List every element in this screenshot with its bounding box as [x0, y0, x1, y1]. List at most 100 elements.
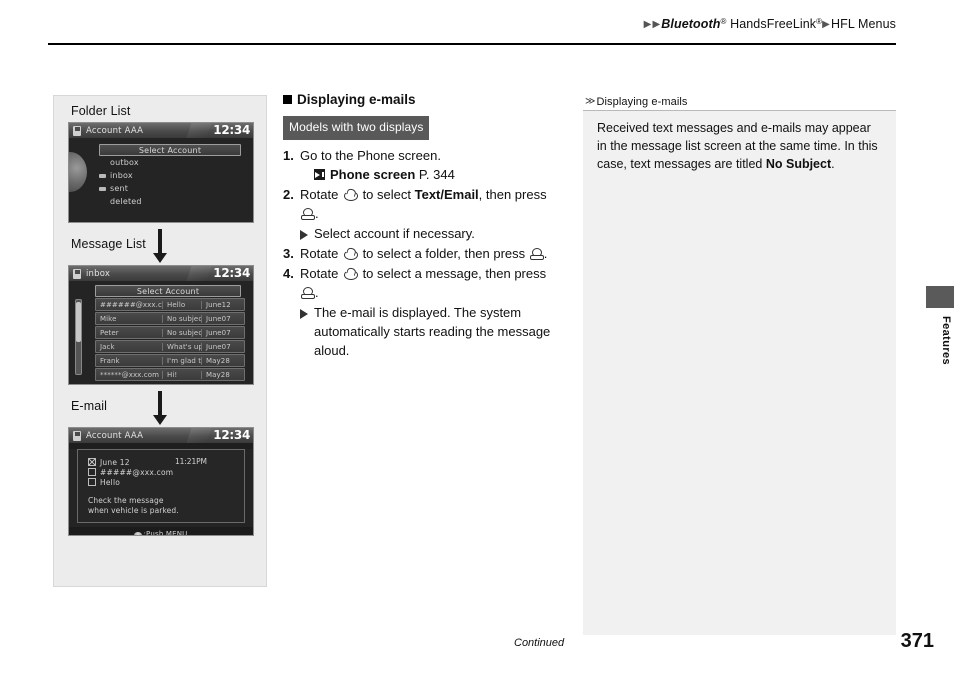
message-screen-clock: 12:34 — [213, 266, 250, 280]
email-screen-footer: :Push MENU — [69, 527, 253, 536]
navi-screen-email: Account AAA 12:34 June 12 11:21PM #####@… — [68, 427, 254, 536]
message-from: Jack — [100, 342, 115, 351]
navi-screen-message-list: inbox 12:34 Select Account ######@xxx.co… — [68, 265, 254, 385]
reference-arrow-icon — [314, 169, 325, 180]
step-3: 3. Rotate to select a folder, then press… — [283, 244, 575, 263]
note-header: ≫ Displaying e-mails — [583, 93, 896, 111]
step-1: 1. Go to the Phone screen. — [283, 146, 575, 165]
push-menu-label: :Push MENU — [143, 529, 188, 536]
arrow-down-icon — [153, 415, 167, 425]
continued-label: Continued — [514, 637, 565, 649]
email-subject: Hello — [100, 477, 121, 487]
rotary-dial-icon — [343, 268, 358, 280]
folder-row-sent[interactable]: sent — [69, 182, 253, 195]
message-screen-title: inbox — [86, 268, 111, 279]
email-body-line-2: when vehicle is parked. — [88, 506, 179, 515]
breadcrumb-arrow-icon-2: ▶ — [652, 19, 661, 30]
email-screen-body: June 12 11:21PM #####@xxx.com Hello Chec… — [69, 449, 253, 535]
phone-icon — [73, 430, 81, 441]
bullet-arrow-icon — [300, 309, 308, 319]
message-date: June07 — [201, 328, 244, 337]
folder-row-label: deleted — [110, 197, 142, 206]
header-divider — [48, 43, 896, 45]
page-title: Displaying e-mails — [283, 90, 575, 109]
bullet-arrow-icon — [300, 230, 308, 240]
folder-select-account-bar[interactable]: Select Account — [99, 144, 241, 156]
note-body-pre: Received text messages and e-mails may a… — [597, 121, 878, 171]
step-4-number: 4. — [283, 266, 294, 281]
message-date: June07 — [201, 314, 244, 323]
note-title: Displaying e-mails — [596, 95, 688, 108]
message-from: ######@xxx.com — [100, 300, 162, 309]
side-tab-label: Features — [940, 316, 952, 366]
folder-badge-icon — [99, 200, 106, 204]
breadcrumb-arrow-icon-3: ▶ — [822, 19, 830, 30]
email-screen-titlebar: Account AAA 12:34 — [69, 428, 253, 443]
breadcrumb-registered-mark-1: ® — [720, 17, 727, 26]
step-4-mid: to select a message, then press — [362, 266, 547, 281]
email-address-line: #####@xxx.com — [88, 467, 244, 477]
folder-row-inbox[interactable]: inbox — [69, 169, 253, 182]
envelope-icon — [88, 458, 96, 466]
folder-screen-body: Select Account outbox inbox sent deleted — [69, 138, 253, 222]
table-row[interactable]: Peter No subject June07 — [95, 326, 245, 339]
step-4: 4. Rotate to select a message, then pres… — [283, 264, 575, 302]
message-subject: What's up — [162, 342, 201, 351]
rotary-dial-icon — [343, 189, 358, 201]
message-screen-titlebar: inbox 12:34 — [69, 266, 253, 281]
email-address: #####@xxx.com — [100, 467, 174, 477]
note-chevrons-icon: ≫ — [585, 95, 596, 107]
folder-row-deleted[interactable]: deleted — [69, 195, 253, 208]
email-time: 11:21PM — [175, 457, 207, 466]
step-3-text: Rotate to select a folder, then press . — [300, 244, 575, 263]
note-body-bold: No Subject — [765, 157, 832, 171]
step-2-end: . — [315, 206, 319, 221]
message-from: Mike — [100, 314, 117, 323]
breadcrumb-handsfreelink: HandsFreeLink — [730, 17, 817, 31]
press-knob-icon — [301, 208, 315, 220]
rotary-dial-icon — [343, 248, 358, 260]
message-from: Peter — [100, 328, 119, 337]
scrollbar-thumb[interactable] — [76, 302, 81, 342]
arrow-shaft — [158, 229, 162, 253]
folder-row-label: sent — [110, 184, 129, 193]
message-select-account-label: Select Account — [136, 286, 200, 296]
step-2-mid: to select — [362, 187, 411, 202]
message-subject: No subject — [162, 328, 201, 337]
scrollbar[interactable] — [75, 299, 82, 375]
step-2-text: Rotate to select Text/Email, then press … — [300, 185, 575, 223]
message-from: Frank — [100, 356, 120, 365]
page-number: 371 — [900, 630, 934, 652]
caption-message-list: Message List — [71, 237, 146, 251]
illustration-panel: Folder List Account AAA 12:34 Select Acc… — [53, 95, 267, 587]
reference-page: P. 344 — [418, 167, 455, 182]
table-row[interactable]: Mike No subject June07 — [95, 312, 245, 325]
message-date: June12 — [201, 300, 244, 309]
message-date: May28 — [201, 356, 244, 365]
step-2-bullet-text: Select account if necessary. — [314, 226, 475, 241]
folder-row-label: inbox — [110, 171, 133, 180]
email-date: June 12 — [100, 457, 130, 467]
folder-badge-icon — [99, 173, 106, 178]
email-body-line-1: Check the message — [88, 496, 164, 505]
email-screen-title: Account AAA — [86, 430, 144, 441]
step-2-bold: Text/Email — [414, 187, 479, 202]
step-1-text: Go to the Phone screen. — [300, 148, 441, 163]
reference-label: Phone screen — [330, 167, 416, 182]
arrow-message-to-email-wrap: E-mail — [54, 385, 266, 427]
table-row[interactable]: ******@xxx.com Hi! May28 — [95, 368, 245, 381]
table-row[interactable]: Jack What's up June07 — [95, 340, 245, 353]
table-row[interactable]: Frank I'm glad to you May28 — [95, 354, 245, 367]
step-2: 2. Rotate to select Text/Email, then pre… — [283, 185, 575, 223]
reference-phone-screen[interactable]: Phone screen P. 344 — [314, 165, 575, 184]
folder-row-outbox[interactable]: outbox — [69, 156, 253, 169]
message-select-account-bar[interactable]: Select Account — [95, 285, 241, 297]
step-4-text: Rotate to select a message, then press . — [300, 264, 575, 302]
message-date: June07 — [201, 342, 244, 351]
note-body-post: . — [831, 157, 835, 171]
arrow-folder-to-message-wrap: Message List — [54, 223, 266, 265]
folder-screen-clock: 12:34 — [213, 123, 250, 137]
email-screen-clock: 12:34 — [213, 428, 250, 442]
step-4-pre: Rotate — [300, 266, 339, 281]
table-row[interactable]: ######@xxx.com Hello June12 — [95, 298, 245, 311]
